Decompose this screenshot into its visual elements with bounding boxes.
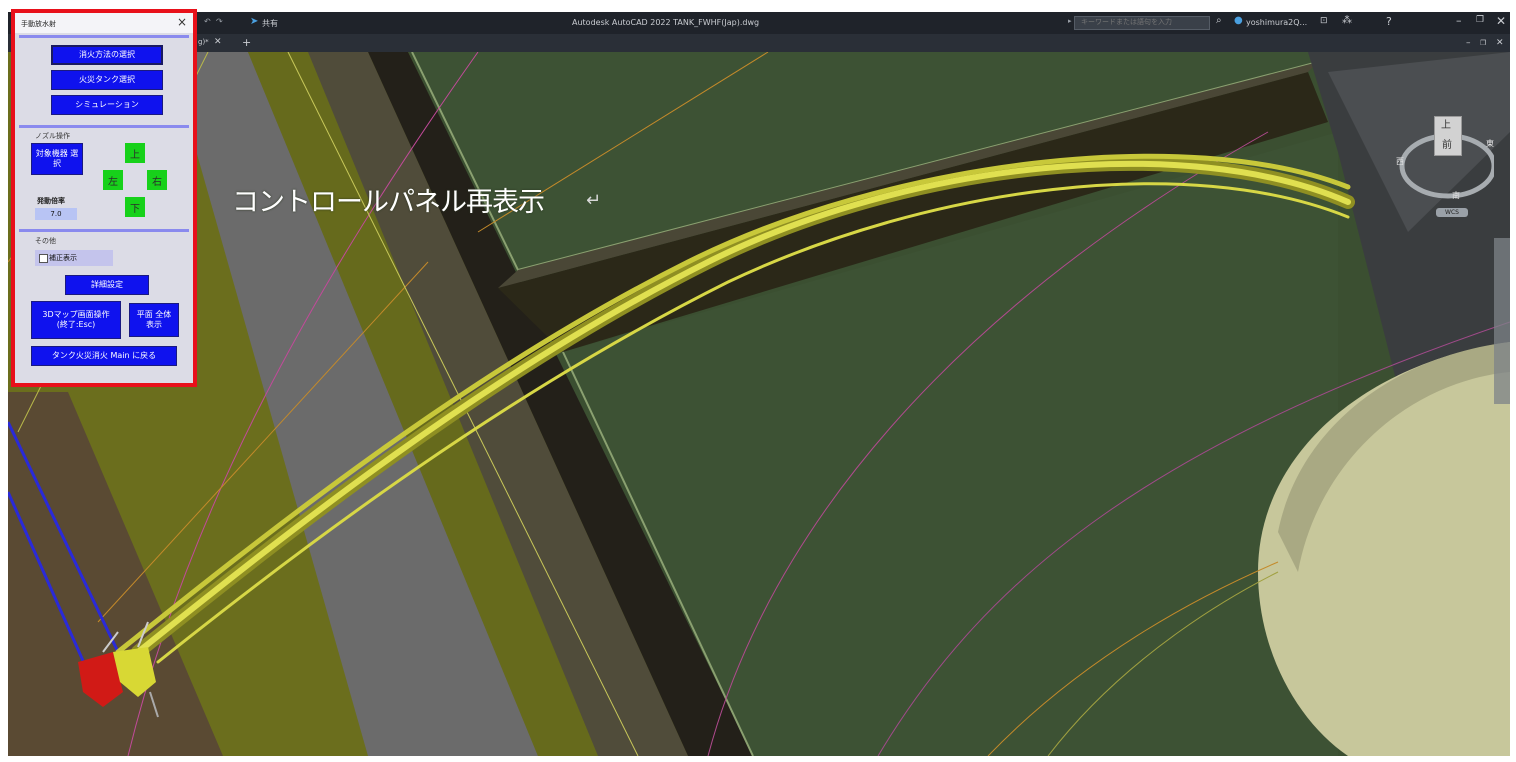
redo-icon[interactable]: ↷ bbox=[216, 17, 223, 26]
viewport-restore-icon[interactable]: ❐ bbox=[1480, 39, 1486, 47]
other-group-label: その他 bbox=[35, 237, 56, 245]
help-search-input[interactable] bbox=[1074, 16, 1210, 30]
cart-icon[interactable]: ⊡ bbox=[1320, 16, 1328, 26]
compass-west[interactable]: 西 bbox=[1396, 156, 1404, 167]
compass-south[interactable]: 南 bbox=[1452, 190, 1460, 201]
direction-center bbox=[125, 170, 145, 190]
simulation-button[interactable]: シミュレーション bbox=[51, 95, 163, 115]
window-title: Autodesk AutoCAD 2022 TANK_FWHF(Jap).dwg bbox=[572, 18, 760, 27]
viewport-close-icon[interactable]: ✕ bbox=[1496, 38, 1504, 48]
correction-display-label: 補正表示 bbox=[49, 254, 77, 262]
network-icon[interactable]: ⁂ bbox=[1342, 15, 1352, 26]
return-mark: ↵ bbox=[586, 190, 602, 211]
share-label[interactable]: 共有 bbox=[262, 18, 278, 29]
up-button[interactable]: 上 bbox=[125, 143, 145, 163]
map-view-button[interactable]: 3Dマップ画面操作 (終了:Esc) bbox=[31, 301, 121, 339]
correction-display-checkbox[interactable] bbox=[39, 254, 48, 263]
back-to-main-button[interactable]: タンク火災消火 Main に戻る bbox=[31, 346, 177, 366]
share-icon[interactable]: ➤ bbox=[250, 16, 258, 27]
target-equipment-button[interactable]: 対象機器 選択 bbox=[31, 143, 83, 175]
compass-east[interactable]: 東 bbox=[1486, 138, 1494, 149]
restore-icon[interactable]: ❐ bbox=[1476, 15, 1484, 25]
new-tab-icon[interactable]: + bbox=[242, 36, 251, 49]
divider bbox=[19, 229, 189, 232]
divider bbox=[19, 125, 189, 128]
detail-settings-button[interactable]: 詳細設定 bbox=[65, 275, 149, 295]
search-arrow-icon: ▸ bbox=[1068, 17, 1072, 25]
search-icon[interactable]: ⌕ bbox=[1216, 15, 1222, 26]
file-tab-bar: g)* ✕ + – ❐ ✕ bbox=[8, 34, 1510, 52]
user-name[interactable]: yoshimura2Q... bbox=[1246, 18, 1307, 27]
control-panel-redisplay-label: コントロールパネル再表示 bbox=[232, 187, 545, 218]
left-button[interactable]: 左 bbox=[103, 170, 123, 190]
tab-close-icon[interactable]: ✕ bbox=[214, 37, 222, 47]
right-button[interactable]: 右 bbox=[147, 170, 167, 190]
autocad-window: ↶ ↷ ➤ 共有 Autodesk AutoCAD 2022 TANK_FWHF… bbox=[8, 12, 1510, 756]
undo-icon[interactable]: ↶ bbox=[204, 17, 211, 26]
viewport-minimize-icon[interactable]: – bbox=[1466, 38, 1471, 48]
wcs-menu[interactable]: WCS bbox=[1436, 208, 1468, 217]
close-icon[interactable]: ✕ bbox=[1496, 14, 1506, 28]
nozzle-group-label: ノズル操作 bbox=[35, 132, 70, 140]
navigation-bar[interactable] bbox=[1494, 238, 1510, 404]
down-button[interactable]: 下 bbox=[125, 197, 145, 217]
user-icon[interactable]: ● bbox=[1234, 15, 1243, 26]
viewcube-front-label[interactable]: 前 bbox=[1442, 136, 1452, 151]
nudge-label: 発動倍率 bbox=[37, 197, 65, 205]
panel-title: 手動放水射 bbox=[21, 20, 56, 28]
drawing-viewport[interactable] bbox=[8, 12, 1510, 756]
method-select-button[interactable]: 消火方法の選択 bbox=[51, 45, 163, 65]
help-icon[interactable]: ? bbox=[1386, 15, 1392, 28]
manual-spray-panel: 手動放水射 × 消火方法の選択 火災タンク選択 シミュレーション ノズル操作 対… bbox=[11, 9, 197, 387]
tank-select-button[interactable]: 火災タンク選択 bbox=[51, 70, 163, 90]
viewcube[interactable]: 上 前 西 東 南 WCS bbox=[1394, 104, 1494, 217]
file-tab[interactable]: g)* bbox=[198, 38, 209, 46]
panel-header: 手動放水射 × bbox=[15, 13, 193, 33]
correction-display-checkbox-row[interactable]: 補正表示 bbox=[35, 250, 113, 266]
plan-view-button[interactable]: 平面 全体表示 bbox=[129, 303, 179, 337]
viewcube-top-label[interactable]: 上 bbox=[1441, 116, 1451, 131]
panel-close-icon[interactable]: × bbox=[177, 15, 187, 29]
title-bar: ↶ ↷ ➤ 共有 Autodesk AutoCAD 2022 TANK_FWHF… bbox=[8, 12, 1510, 34]
divider bbox=[19, 35, 189, 38]
minimize-icon[interactable]: – bbox=[1456, 14, 1462, 27]
nudge-value-field[interactable]: 7.0 bbox=[35, 208, 77, 220]
